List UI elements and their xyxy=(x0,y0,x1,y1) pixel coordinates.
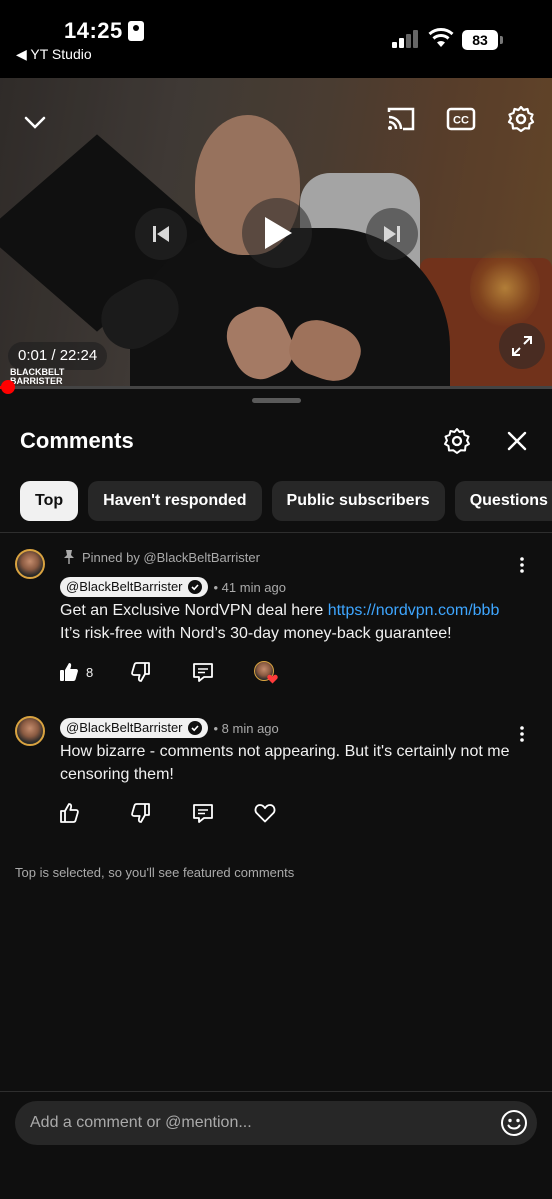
verified-check-icon xyxy=(187,721,202,735)
dislike-button[interactable] xyxy=(130,659,152,685)
chip-questions[interactable]: Questions xyxy=(454,481,552,521)
closed-captions-icon[interactable]: CC xyxy=(444,102,478,136)
thumbs-down-icon xyxy=(131,662,150,682)
chip-top[interactable]: Top xyxy=(20,481,79,521)
comment-time: • 41 min ago xyxy=(213,579,286,595)
watermark-line: BARRISTER xyxy=(10,376,63,386)
author-name: @BlackBeltBarrister xyxy=(66,579,183,594)
creator-heart-button[interactable] xyxy=(254,659,280,685)
heart-button[interactable] xyxy=(254,800,276,826)
back-to-app-link[interactable]: ◀ YT Studio xyxy=(16,46,92,63)
playback-time: 0:01 / 22:24 xyxy=(8,342,108,370)
pin-icon xyxy=(64,550,74,564)
dislike-button[interactable] xyxy=(130,800,152,826)
play-icon[interactable] xyxy=(242,198,312,268)
like-button[interactable] xyxy=(58,800,80,826)
next-video-icon[interactable] xyxy=(366,208,418,260)
thumbs-down-icon xyxy=(131,803,150,823)
playback-progress-bar[interactable] xyxy=(0,386,552,389)
comment-header: @BlackBeltBarrister • 8 min ago xyxy=(60,718,279,738)
filter-chips: Top Haven't responded Public subscribers… xyxy=(20,481,552,521)
battery-indicator: 83 xyxy=(462,30,503,50)
reply-button[interactable] xyxy=(192,659,214,685)
video-player[interactable]: CC 0:01 / 22:24 BLACKBELT BARRISTER xyxy=(0,78,552,388)
previous-video-icon[interactable] xyxy=(135,208,187,260)
scrubber-handle[interactable] xyxy=(1,380,15,394)
svg-text:CC: CC xyxy=(453,115,469,127)
pinned-label: Pinned by @BlackBeltBarrister xyxy=(62,549,260,565)
status-bar: 14:25 ◀ YT Studio 83 xyxy=(0,0,552,78)
heart-icon xyxy=(254,804,276,823)
divider xyxy=(0,1091,552,1092)
reply-icon xyxy=(193,804,213,823)
emoji-icon[interactable] xyxy=(499,1108,529,1138)
reply-button[interactable] xyxy=(192,800,214,826)
more-options-icon[interactable] xyxy=(512,553,532,577)
drag-handle[interactable] xyxy=(252,398,301,403)
fullscreen-icon[interactable] xyxy=(499,323,545,369)
wifi-icon xyxy=(428,28,454,47)
comment-text-part: Get an Exclusive NordVPN deal here xyxy=(60,602,328,619)
comment-input[interactable] xyxy=(15,1101,537,1145)
comments-settings-gear-icon[interactable] xyxy=(440,424,474,458)
comment-item: Pinned by @BlackBeltBarrister @BlackBelt… xyxy=(0,549,552,689)
avatar[interactable] xyxy=(15,716,45,746)
thumbs-up-icon xyxy=(60,803,79,823)
comment-link[interactable]: https://nordvpn.com/bbb xyxy=(328,602,500,619)
like-count: 8 xyxy=(86,664,94,680)
chip-havent-responded[interactable]: Haven't responded xyxy=(88,481,262,521)
panel-title: Comments xyxy=(20,428,134,453)
thumbs-up-filled-icon xyxy=(60,663,78,681)
filter-hint: Top is selected, so you'll see featured … xyxy=(15,865,295,880)
collapse-chevron-icon[interactable] xyxy=(20,108,50,138)
player-settings-gear-icon[interactable] xyxy=(504,102,538,136)
comment-text-part: It’s risk-free with Nord’s 30-day money-… xyxy=(60,625,452,642)
avatar[interactable] xyxy=(15,549,45,579)
comment-text: Get an Exclusive NordVPN deal here https… xyxy=(60,599,530,645)
contact-card-icon xyxy=(128,21,144,41)
close-icon[interactable] xyxy=(500,424,534,458)
author-badge[interactable]: @BlackBeltBarrister xyxy=(60,718,208,738)
clock: 14:25 xyxy=(64,18,123,43)
comment-time: • 8 min ago xyxy=(213,720,279,736)
cast-icon[interactable] xyxy=(384,102,418,136)
reply-icon xyxy=(193,663,213,682)
author-badge[interactable]: @BlackBeltBarrister xyxy=(60,577,208,597)
comment-text: How bizarre - comments not appearing. Bu… xyxy=(60,743,510,783)
comment-header: @BlackBeltBarrister • 41 min ago xyxy=(60,577,286,597)
author-name: @BlackBeltBarrister xyxy=(66,720,183,735)
creator-heart-avatar xyxy=(254,661,278,684)
divider xyxy=(0,532,552,533)
verified-check-icon xyxy=(187,580,202,594)
cellular-signal-icon xyxy=(392,30,418,48)
more-options-icon[interactable] xyxy=(512,722,532,746)
comment-item: @BlackBeltBarrister • 8 min ago How biza… xyxy=(0,716,552,836)
heart-icon xyxy=(267,674,278,684)
channel-watermark: BLACKBELT BARRISTER xyxy=(10,368,64,386)
chip-public-subscribers[interactable]: Public subscribers xyxy=(271,481,445,521)
like-button[interactable]: 8 xyxy=(58,659,93,685)
pinned-text: Pinned by @BlackBeltBarrister xyxy=(82,549,260,565)
